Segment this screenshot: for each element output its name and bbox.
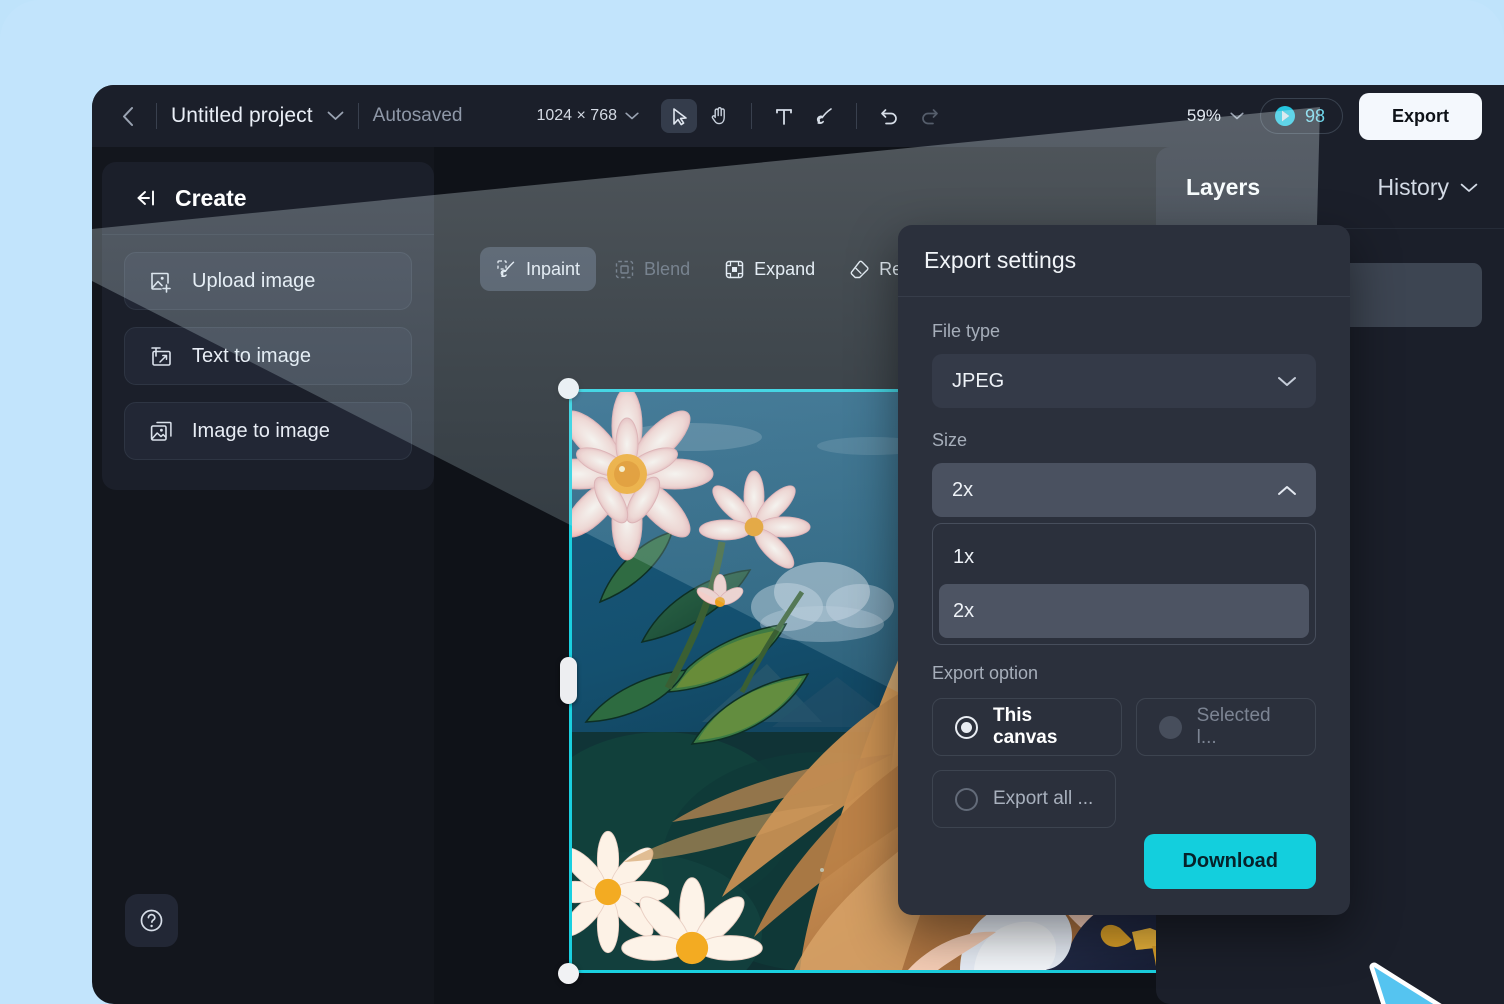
tab-label: Blend xyxy=(644,258,691,279)
size-value: 2x xyxy=(952,478,974,501)
tab-label: Expand xyxy=(754,258,816,279)
export-option-row-1: This canvas Selected l... xyxy=(932,698,1316,756)
image-plus-icon xyxy=(149,269,174,294)
chevron-up-icon xyxy=(1277,485,1297,496)
divider xyxy=(751,103,752,129)
export-option-label: This canvas xyxy=(993,705,1058,748)
credits-badge[interactable]: 98 xyxy=(1259,98,1343,134)
top-bar-right: 59% 98 Export xyxy=(1187,92,1504,140)
tab-blend[interactable]: Blend xyxy=(598,247,706,291)
chevron-down-icon xyxy=(1277,376,1297,387)
chevron-down-icon[interactable] xyxy=(327,111,344,121)
radio-unselected-icon xyxy=(955,787,978,811)
file-type-select[interactable]: JPEG xyxy=(932,354,1316,408)
text-tool[interactable] xyxy=(766,99,802,133)
file-type-label: File type xyxy=(932,321,1001,341)
question-circle-icon xyxy=(138,907,165,934)
chevron-down-icon xyxy=(1230,112,1244,120)
size-option-1x[interactable]: 1x xyxy=(939,530,1309,584)
dialog-footer: Download xyxy=(898,834,1350,915)
divider xyxy=(357,103,359,129)
canvas-size-selector[interactable]: 1024 × 768 xyxy=(536,107,639,125)
export-button[interactable]: Export xyxy=(1358,92,1482,140)
export-option-this-canvas[interactable]: This canvas xyxy=(932,698,1122,756)
divider xyxy=(856,103,857,129)
collapse-left-icon[interactable] xyxy=(134,189,159,207)
tab-history[interactable]: History xyxy=(1377,174,1478,201)
tab-history-label: History xyxy=(1377,174,1449,200)
resize-handle-left-middle[interactable] xyxy=(560,657,577,704)
file-type-value: JPEG xyxy=(952,369,1005,392)
hand-tool[interactable] xyxy=(701,99,737,133)
page-title: Create xyxy=(175,184,247,211)
canvas-size-value: 1024 × 768 xyxy=(536,107,617,124)
tool-group xyxy=(661,99,947,133)
sidebar-item-label: Upload image xyxy=(192,269,316,292)
zoom-selector[interactable]: 59% xyxy=(1187,106,1244,126)
help-button[interactable] xyxy=(125,894,178,947)
dialog-title: Export settings xyxy=(924,247,1077,273)
undo-tool[interactable] xyxy=(871,99,907,133)
credits-count: 98 xyxy=(1304,105,1325,126)
radio-disabled-icon xyxy=(1158,715,1182,739)
sidebar-item-label: Image to image xyxy=(192,419,330,442)
sidebar-item-upload-image[interactable]: Upload image xyxy=(124,252,412,310)
eraser-icon xyxy=(849,259,870,280)
zoom-level-value: 59% xyxy=(1186,106,1221,125)
inpaint-brush-icon xyxy=(496,259,517,280)
radio-selected-icon xyxy=(955,715,978,739)
tab-expand[interactable]: Expand xyxy=(708,247,831,291)
export-option-label: Selected l... xyxy=(1196,705,1271,748)
redo-tool[interactable] xyxy=(911,99,947,133)
blend-frame-icon xyxy=(614,259,635,280)
dialog-header: Export settings xyxy=(898,225,1350,297)
image-stack-icon xyxy=(149,419,174,444)
size-select[interactable]: 2x xyxy=(932,463,1316,517)
create-sidebar: Create Upload image Text to image Image … xyxy=(102,162,434,490)
expand-frame-icon xyxy=(724,259,745,280)
back-button[interactable] xyxy=(112,101,142,131)
size-label: Size xyxy=(932,430,968,450)
brush-tool[interactable] xyxy=(806,99,842,133)
export-option-row-2: Export all ... xyxy=(932,770,1316,828)
chevron-down-icon xyxy=(1460,183,1478,193)
export-option-label: Export all ... xyxy=(993,788,1094,809)
sidebar-header: Create xyxy=(102,162,434,235)
chevron-down-icon xyxy=(625,112,639,120)
export-option-export-all[interactable]: Export all ... xyxy=(932,770,1117,828)
export-settings-dialog: Export settings File type JPEG Size 2x 1… xyxy=(898,225,1350,915)
sidebar-item-image-to-image[interactable]: Image to image xyxy=(124,402,412,460)
export-option-label: Export option xyxy=(932,663,1039,683)
text-to-image-icon xyxy=(149,344,174,369)
download-button[interactable]: Download xyxy=(1144,834,1316,889)
top-bar: Untitled project Autosaved 1024 × 768 59… xyxy=(92,85,1504,147)
resize-handle-top-left[interactable] xyxy=(558,378,579,399)
sidebar-item-text-to-image[interactable]: Text to image xyxy=(124,327,412,385)
export-option-selected-layers[interactable]: Selected l... xyxy=(1135,698,1316,756)
project-title: Untitled project xyxy=(171,104,313,127)
right-panel-header: Layers History xyxy=(1156,147,1504,229)
app-window: Untitled project Autosaved 1024 × 768 59… xyxy=(92,85,1504,1004)
tab-label: Inpaint xyxy=(526,258,581,279)
divider xyxy=(156,103,157,129)
size-option-2x[interactable]: 2x xyxy=(939,584,1309,638)
tab-inpaint[interactable]: Inpaint xyxy=(480,247,597,291)
select-tool[interactable] xyxy=(661,99,697,133)
credit-coin-icon xyxy=(1274,105,1296,127)
sidebar-item-label: Text to image xyxy=(192,344,311,367)
tab-layers[interactable]: Layers xyxy=(1186,174,1260,201)
size-dropdown-list: 1x 2x xyxy=(932,523,1316,645)
resize-handle-bottom-left[interactable] xyxy=(558,963,579,984)
dialog-body: File type JPEG Size 2x 1x 2x Export opti… xyxy=(898,297,1350,828)
autosaved-status: Autosaved xyxy=(372,105,463,126)
